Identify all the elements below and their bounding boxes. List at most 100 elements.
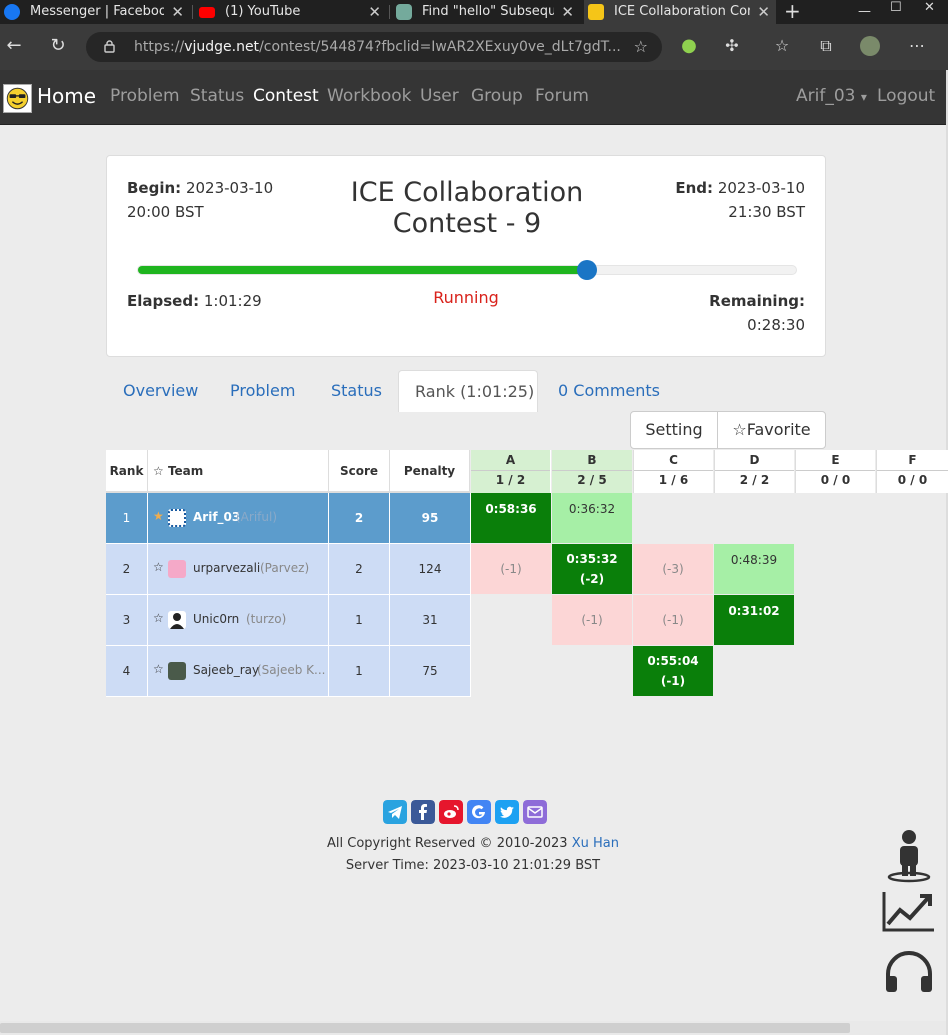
browser-tab-strip: Messenger | Facebook ✕ (1) YouTube ✕ Fin… <box>0 0 948 24</box>
tab-title: Find "hello" Subsequence <box>422 4 554 19</box>
begin-label: Begin: <box>127 179 182 197</box>
url-text: https://vjudge.net/contest/544874?fbclid… <box>134 39 621 55</box>
setting-button[interactable]: Setting <box>630 411 718 449</box>
score-cell: 1 <box>329 646 390 697</box>
result-cell-c[interactable]: (-3) <box>633 544 713 594</box>
favorites-icon[interactable]: ☆ <box>772 36 792 56</box>
star-icon[interactable]: ☆ <box>153 662 164 676</box>
nav-user[interactable]: User <box>420 70 459 123</box>
tab-status[interactable]: Status <box>331 370 382 412</box>
avatar <box>168 509 186 527</box>
contest-progress-bar[interactable] <box>137 260 797 280</box>
problem-header-e[interactable]: E0 / 0 <box>795 450 875 493</box>
address-bar[interactable]: https://vjudge.net/contest/544874?fbclid… <box>86 32 662 62</box>
star-icon[interactable]: ☆ <box>153 560 164 574</box>
new-tab-button[interactable]: + <box>784 0 801 22</box>
team-cell[interactable]: ☆ urparvezali (Parvez) <box>148 544 329 595</box>
profile-avatar[interactable] <box>860 36 880 56</box>
problem-header-b[interactable]: B2 / 5 <box>552 450 632 493</box>
close-icon[interactable]: ✕ <box>561 0 574 24</box>
headphones-icon[interactable] <box>880 946 938 1002</box>
result-cell-a[interactable]: 0:58:36 <box>471 493 551 543</box>
team-name[interactable]: Unic0rn <box>193 595 239 644</box>
horizontal-scrollbar[interactable] <box>0 1021 946 1035</box>
nav-forum[interactable]: Forum <box>535 70 589 123</box>
tab-rank[interactable]: Rank (1:01:25) <box>398 370 538 412</box>
maximize-button[interactable]: ☐ <box>890 0 902 16</box>
extensions-icon[interactable]: ✣ <box>722 36 742 56</box>
extension-plus-icon[interactable]: ● <box>679 36 699 56</box>
author-link[interactable]: Xu Han <box>572 836 619 851</box>
weibo-icon[interactable] <box>439 800 463 824</box>
browser-tab-youtube[interactable]: (1) YouTube ✕ <box>195 0 387 24</box>
result-cell-a[interactable]: (-1) <box>471 544 551 594</box>
tab-overview[interactable]: Overview <box>123 370 198 412</box>
star-icon[interactable]: ☆ <box>153 611 164 625</box>
header-score[interactable]: Score <box>329 450 390 493</box>
problem-header-a[interactable]: A1 / 2 <box>471 450 551 493</box>
openai-icon <box>396 4 412 20</box>
email-icon[interactable] <box>523 800 547 824</box>
favorite-label: Favorite <box>746 420 811 439</box>
twitter-icon[interactable] <box>495 800 519 824</box>
team-name[interactable]: Arif_03 <box>193 493 240 542</box>
browser-tab-messenger[interactable]: Messenger | Facebook ✕ <box>0 0 190 24</box>
youtube-icon <box>199 7 215 18</box>
nav-workbook[interactable]: Workbook <box>327 70 412 123</box>
team-name[interactable]: Sajeeb_ray <box>193 646 259 695</box>
scrollbar-thumb[interactable] <box>0 1023 850 1033</box>
team-cell[interactable]: ☆ Unic0rn (turzo) <box>148 595 329 646</box>
problem-header-d[interactable]: D2 / 2 <box>714 450 794 493</box>
result-cell-d[interactable]: 0:31:02 <box>714 595 794 645</box>
minimize-button[interactable]: — <box>858 4 871 20</box>
reload-button[interactable]: ↻ <box>46 34 70 58</box>
collections-icon[interactable]: ⧉ <box>816 36 836 56</box>
result-cell-b[interactable]: 0:35:32 (-2) <box>552 544 632 594</box>
close-icon[interactable]: ✕ <box>368 0 381 24</box>
nav-logout[interactable]: Logout <box>877 70 935 123</box>
google-icon[interactable] <box>467 800 491 824</box>
site-navbar: Home Problem Status Contest Workbook Use… <box>0 70 946 125</box>
problem-header-c[interactable]: C1 / 6 <box>633 450 713 493</box>
close-window-button[interactable]: ✕ <box>924 0 935 16</box>
menu-more-icon[interactable]: ⋯ <box>907 36 927 56</box>
browser-tab-chatgpt[interactable]: Find "hello" Subsequence ✕ <box>392 0 580 24</box>
progress-fill <box>138 266 588 274</box>
header-team[interactable]: ☆ Team <box>148 450 329 493</box>
nav-problem[interactable]: Problem <box>110 70 180 123</box>
telegram-icon[interactable] <box>383 800 407 824</box>
team-name[interactable]: urparvezali <box>193 544 260 593</box>
facebook-icon[interactable] <box>411 800 435 824</box>
team-cell[interactable]: ★ Arif_03 (Ariful) <box>148 493 329 544</box>
add-favorite-icon[interactable]: ☆ <box>634 32 648 62</box>
nav-user-dropdown[interactable]: Arif_03 ▾ <box>796 70 867 124</box>
problem-header-f[interactable]: F0 / 0 <box>876 450 948 493</box>
vjudge-logo-icon[interactable] <box>3 84 32 113</box>
score-cell: 2 <box>329 544 390 595</box>
close-icon[interactable]: ✕ <box>757 0 770 24</box>
person-icon[interactable] <box>880 828 938 884</box>
nav-contest[interactable]: Contest <box>253 70 319 123</box>
chart-trend-icon[interactable] <box>880 886 938 942</box>
header-rank[interactable]: Rank <box>106 450 148 493</box>
nav-status[interactable]: Status <box>190 70 244 123</box>
result-cell-c[interactable]: 0:55:04 (-1) <box>633 646 713 696</box>
end-label: End: <box>675 179 714 197</box>
result-cell-d[interactable]: 0:48:39 <box>714 544 794 594</box>
nav-home[interactable]: Home <box>37 70 96 123</box>
close-icon[interactable]: ✕ <box>171 0 184 24</box>
browser-tab-vjudge[interactable]: ICE Collaboration Contest - 9 ✕ <box>584 0 776 24</box>
result-cell-c[interactable]: (-1) <box>633 595 713 645</box>
back-button[interactable]: ← <box>2 34 26 58</box>
favorite-button[interactable]: ☆Favorite <box>717 411 826 449</box>
tab-problem[interactable]: Problem <box>230 370 295 412</box>
nav-group[interactable]: Group <box>471 70 523 123</box>
tab-comments[interactable]: 0 Comments <box>558 370 660 412</box>
team-cell[interactable]: ☆ Sajeeb_ray (Sajeeb K... <box>148 646 329 697</box>
progress-handle[interactable] <box>577 260 598 280</box>
begin-time: 20:00 BST <box>127 203 204 221</box>
header-penalty[interactable]: Penalty <box>390 450 470 493</box>
result-cell-b[interactable]: 0:36:32 <box>552 493 632 543</box>
result-cell-b[interactable]: (-1) <box>552 595 632 645</box>
starred-icon[interactable]: ★ <box>153 509 164 523</box>
